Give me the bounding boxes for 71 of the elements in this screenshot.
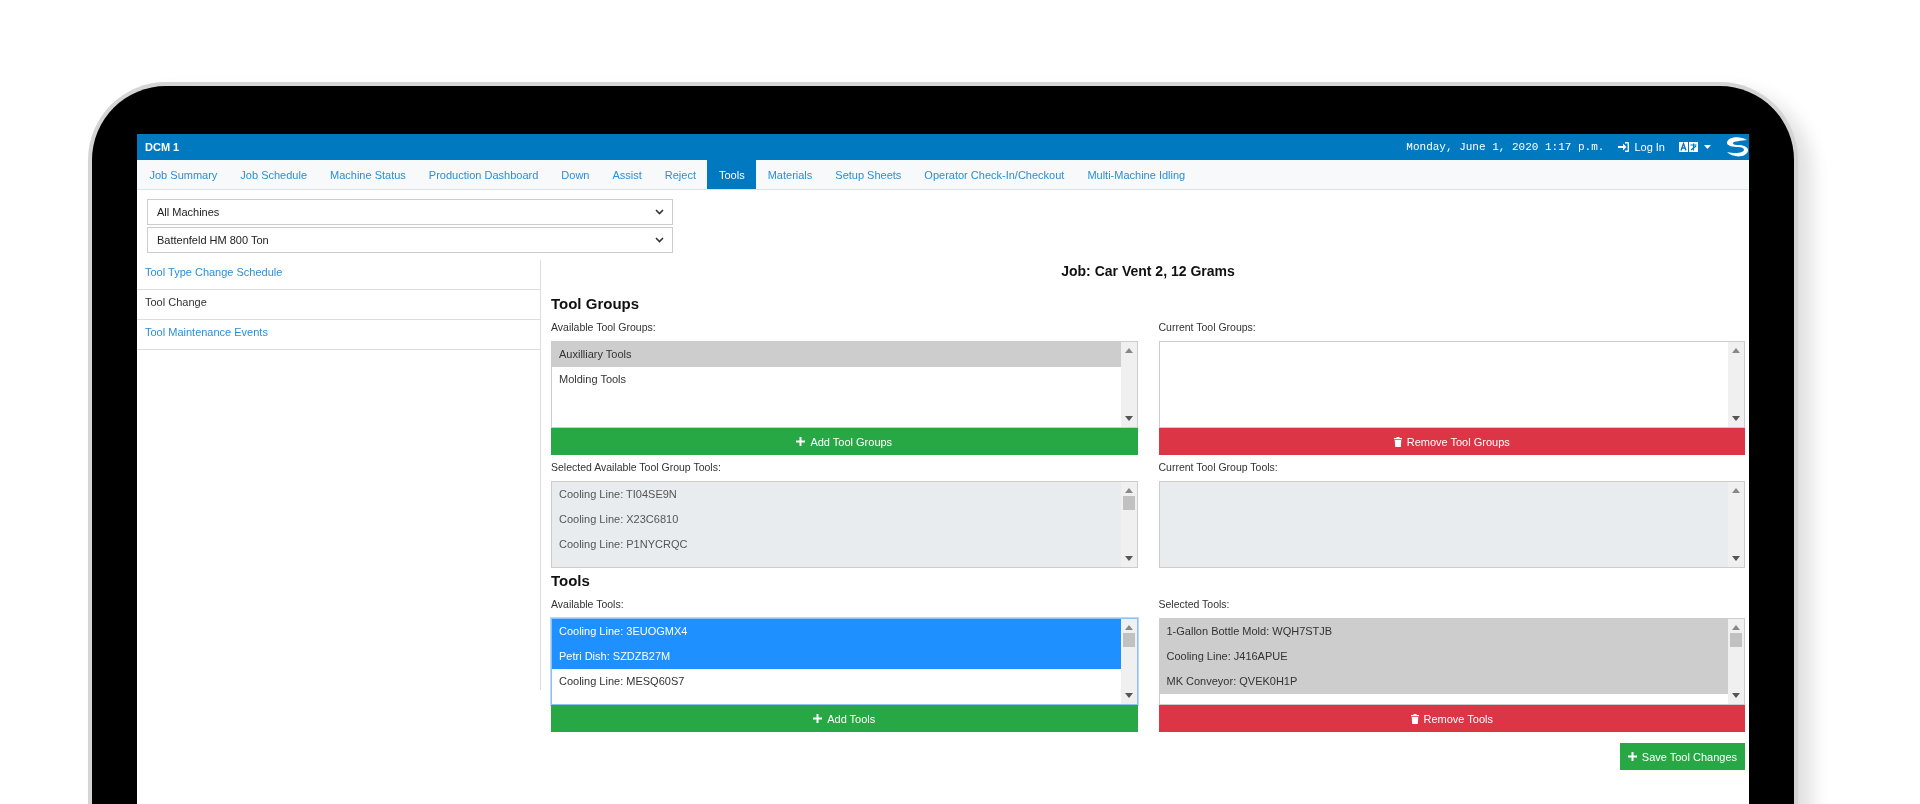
nav-tab[interactable]: Reject [653,160,708,189]
list-label: Selected Tools: [1158,598,1231,612]
list-item[interactable]: Cooling Line: MESQ60S7 [552,669,1121,694]
nav-tab[interactable]: Operator Check-In/Checkout [912,160,1076,189]
scroll-thumb[interactable] [1730,633,1742,647]
login-icon [1618,142,1630,152]
nav-tab[interactable]: Down [549,160,601,189]
sidebar-item[interactable]: Tool Maintenance Events [137,320,540,350]
plus-icon [813,714,823,723]
chevron-icon [655,237,664,243]
nav-tab[interactable]: Multi-Machine Idling [1075,160,1197,189]
list-item[interactable]: 1-Gallon Bottle Mold: WQH7STJB [1159,619,1728,644]
nav-tab[interactable]: Materials [756,160,824,189]
job-title: Job: Car Vent 2, 12 Grams [1060,262,1236,281]
section-heading: Tools [551,572,591,591]
machine-select[interactable]: Battenfeld HM 800 Ton [147,227,673,253]
scroll-up-icon[interactable] [1124,625,1133,630]
scroll-thumb[interactable] [1122,633,1135,647]
list-item[interactable]: Molding Tools [552,367,1121,392]
list-label: Current Tool Group Tools: [1158,461,1279,475]
list-label: Available Tool Groups: [551,321,657,335]
list-box[interactable]: 1-Gallon Bottle Mold: WQH7STJB Cooling Line: J416APUE MK Conveyor: QVEK0H1P [1158,618,1745,705]
scrollbar[interactable] [1120,342,1137,427]
scroll-up-icon[interactable] [1732,625,1740,630]
nav-tab[interactable]: Tools [707,160,757,189]
scrollbar[interactable] [1728,342,1744,427]
scroll-up-icon[interactable] [1124,348,1133,353]
list-box[interactable]: Cooling Line: 3EUOGMX4 Petri Dish: SZDZB27M Cooling Line: MESQ60S7 [551,618,1138,705]
section-heading: Tool Groups [551,295,641,314]
chevron-icon [655,209,664,215]
list-label: Available Tools: [551,598,625,612]
scroll-down-icon[interactable] [1124,416,1133,421]
trash-icon [1393,436,1402,447]
scroll-down-icon[interactable] [1124,693,1133,698]
nav-tab[interactable]: Job Summary [138,160,229,189]
list-box[interactable]: Auxilliary Tools Molding Tools [551,341,1138,428]
logo-icon [1725,137,1749,157]
machine-select[interactable]: All Machines [147,199,673,225]
date-time: Monday, June 1, 2020 1:17 p.m. [1406,141,1605,153]
scrollbar[interactable] [1120,619,1137,704]
scroll-down-icon[interactable] [1732,416,1740,421]
action-button[interactable]: Add Tools [551,705,1138,732]
nav-tab[interactable]: Assist [600,160,654,189]
nav-tab[interactable]: Setup Sheets [823,160,913,189]
caret-icon [1704,145,1711,149]
scroll-down-icon[interactable] [1732,693,1740,698]
scrollbar[interactable] [1728,619,1744,704]
app-title: DCM 1 [145,141,180,153]
action-button[interactable]: Remove Tool Groups [1158,428,1745,455]
list-item[interactable]: Cooling Line: J416APUE [1159,644,1728,669]
sidebar-item[interactable]: Tool Change [137,290,540,320]
action-button[interactable]: Remove Tools [1158,705,1745,732]
plus-icon [796,437,806,446]
plus-icon [1627,752,1637,761]
sidebar-item[interactable]: Tool Type Change Schedule [137,260,540,290]
list-item[interactable]: Cooling Line: 3EUOGMX4 [552,619,1121,644]
list-item[interactable]: Auxilliary Tools [552,342,1121,367]
scroll-up-icon[interactable] [1732,348,1740,353]
list-item[interactable]: Petri Dish: SZDZB27M [552,644,1121,669]
nav-tab[interactable]: Production Dashboard [417,160,550,189]
list-label: Current Tool Groups: [1158,321,1257,335]
list-label: Selected Available Tool Group Tools: [551,461,722,475]
list-item[interactable]: MK Conveyor: QVEK0H1P [1159,669,1728,694]
translate-icon [1679,142,1699,152]
trash-icon [1410,713,1419,724]
nav-tab[interactable]: Job Schedule [228,160,319,189]
action-button[interactable]: Add Tool Groups [551,428,1138,455]
language-menu[interactable] [1679,142,1711,152]
login-link[interactable]: Log In [1618,141,1665,153]
save-button[interactable]: Save Tool Changes [1619,743,1745,770]
nav-tab[interactable]: Machine Status [318,160,418,189]
